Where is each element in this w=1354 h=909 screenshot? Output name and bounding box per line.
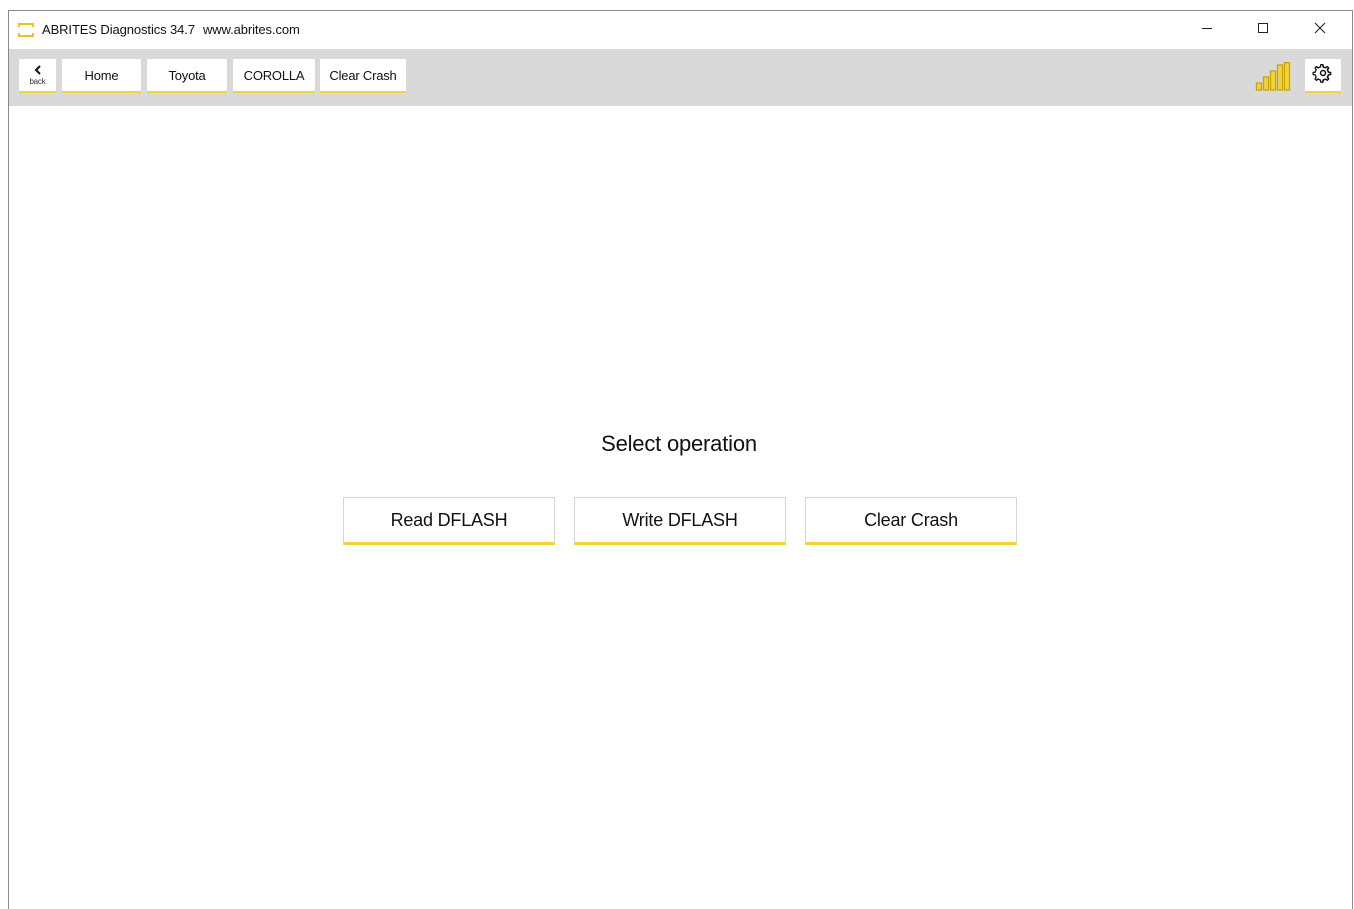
page-title: Select operation xyxy=(601,431,757,456)
maximize-icon xyxy=(1257,21,1269,39)
signal-strength-icon xyxy=(1255,62,1291,92)
close-button[interactable] xyxy=(1297,11,1343,49)
minimize-icon xyxy=(1201,21,1213,39)
title-bar[interactable]: ABRITES Diagnostics 34.7 www.abrites.com xyxy=(9,11,1352,49)
gear-icon xyxy=(1312,62,1334,89)
breadcrumb-clear-crash[interactable]: Clear Crash xyxy=(320,59,406,93)
back-button[interactable]: back xyxy=(19,59,56,93)
navigation-toolbar: back Home Toyota COROLLA Clear Crash xyxy=(9,49,1352,106)
window-title-url: www.abrites.com xyxy=(202,22,300,37)
breadcrumb-home[interactable]: Home xyxy=(62,59,141,93)
chevron-left-icon xyxy=(34,64,42,77)
write-dflash-button[interactable]: Write DFLASH xyxy=(574,497,786,545)
settings-button[interactable] xyxy=(1305,59,1341,93)
close-icon xyxy=(1314,21,1326,39)
maximize-button[interactable] xyxy=(1240,11,1286,49)
minimize-button[interactable] xyxy=(1184,11,1230,49)
window-title-app: ABRITES Diagnostics 34.7 xyxy=(42,22,195,37)
window-title: ABRITES Diagnostics 34.7 www.abrites.com xyxy=(42,22,300,37)
breadcrumb-toyota[interactable]: Toyota xyxy=(147,59,227,93)
back-label: back xyxy=(29,77,46,86)
breadcrumb-corolla[interactable]: COROLLA xyxy=(233,59,315,93)
clear-crash-button[interactable]: Clear Crash xyxy=(805,497,1017,545)
app-window: ABRITES Diagnostics 34.7 www.abrites.com … xyxy=(8,10,1353,909)
abrites-logo-icon xyxy=(18,22,34,38)
read-dflash-button[interactable]: Read DFLASH xyxy=(343,497,555,545)
